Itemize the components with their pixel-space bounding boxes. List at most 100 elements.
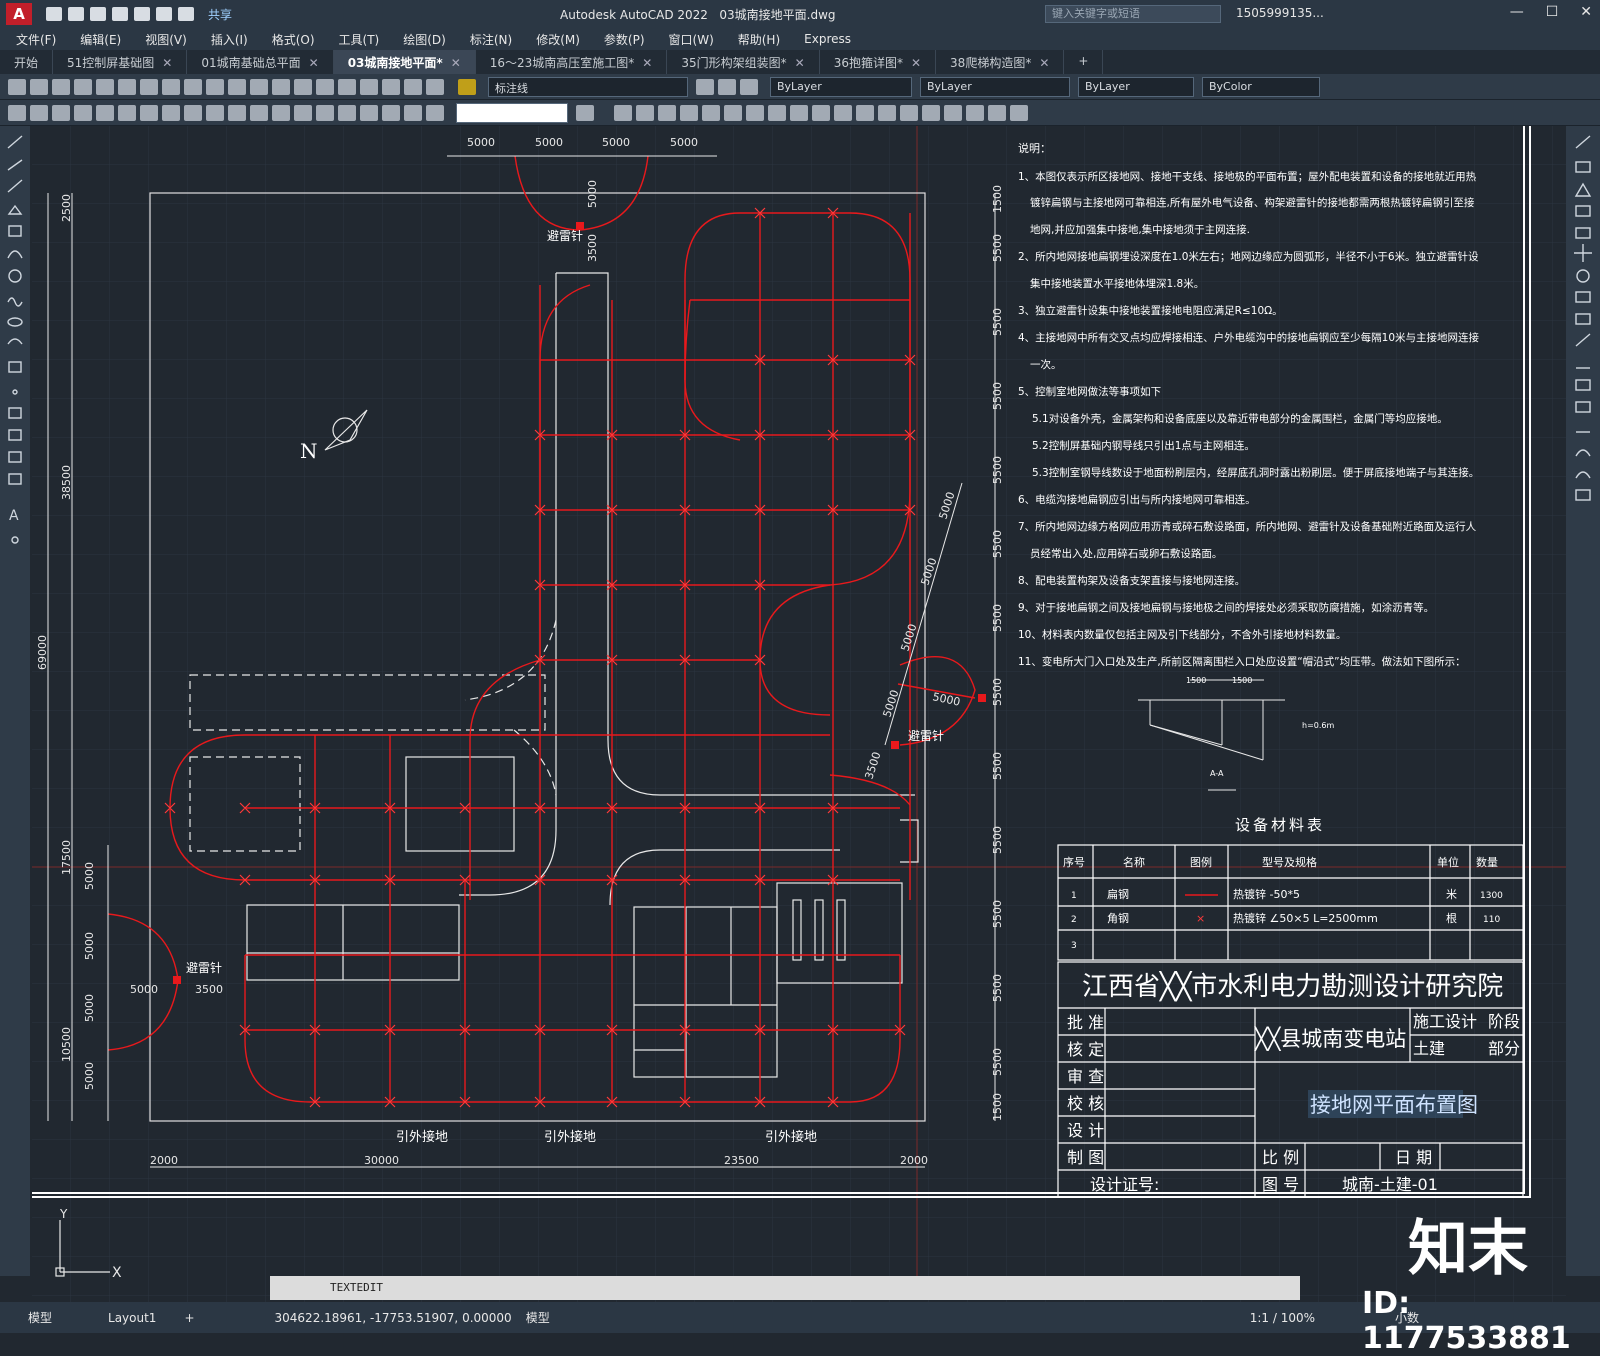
zoom-previous-icon[interactable] (316, 78, 334, 95)
open-icon[interactable] (68, 7, 84, 21)
palettes-icon[interactable] (382, 78, 400, 95)
new-icon[interactable] (46, 7, 62, 21)
plotstyle-dropdown[interactable]: ByColor (1202, 76, 1320, 97)
new-tab-button[interactable]: + (1064, 50, 1104, 74)
menu-help[interactable]: 帮助(H) (738, 31, 780, 48)
share-button[interactable]: 共享 (208, 6, 232, 23)
layer-states-icon[interactable] (718, 78, 736, 95)
redo-icon[interactable] (178, 7, 194, 21)
menu-edit[interactable]: 编辑(E) (80, 31, 121, 48)
new-icon[interactable] (8, 78, 26, 95)
help-icon[interactable] (426, 78, 444, 95)
properties-icon[interactable] (338, 78, 356, 95)
linetype-dropdown[interactable]: ByLayer (920, 76, 1070, 97)
close-icon[interactable]: ✕ (162, 56, 172, 70)
modify-icon[interactable] (966, 104, 984, 121)
zoom-window-icon[interactable] (294, 78, 312, 95)
menu-draw[interactable]: 绘图(D) (403, 31, 446, 48)
close-icon[interactable]: ✕ (1039, 56, 1049, 70)
tab-file[interactable]: 36抱箍详图* ✕ (820, 50, 937, 74)
drawing-title[interactable]: 接地网平面布置图 (1310, 1093, 1478, 1117)
modify-icon[interactable] (922, 104, 940, 121)
match-icon[interactable] (184, 78, 202, 95)
design-center-icon[interactable] (360, 78, 378, 95)
menu-tools[interactable]: 工具(T) (339, 31, 380, 48)
modify-icon[interactable] (614, 104, 632, 121)
layer-previous-icon[interactable] (740, 78, 758, 95)
modify-icon[interactable] (878, 104, 896, 121)
dim-arc-icon[interactable] (52, 104, 70, 121)
pan-icon[interactable] (250, 78, 268, 95)
menu-modify[interactable]: 修改(M) (536, 31, 580, 48)
dimstyle-icon[interactable] (576, 104, 594, 121)
menu-format[interactable]: 格式(O) (272, 31, 315, 48)
calc-icon[interactable] (404, 78, 422, 95)
modify-icon[interactable] (790, 104, 808, 121)
modify-icon[interactable] (812, 104, 830, 121)
modify-icon[interactable] (658, 104, 676, 121)
annotation-scale[interactable]: 1:1 / 100% (1250, 1311, 1315, 1325)
tab-file[interactable]: 38爬梯构造图* ✕ (936, 50, 1065, 74)
close-icon[interactable]: ✕ (795, 56, 805, 70)
model-space-toggle[interactable]: 模型 (526, 1309, 550, 1326)
dim-update-icon[interactable] (426, 104, 444, 121)
undo-icon[interactable] (206, 78, 224, 95)
modify-icon[interactable] (680, 104, 698, 121)
dimstyle-dropdown[interactable] (456, 102, 568, 123)
redo-icon[interactable] (228, 78, 246, 95)
menu-insert[interactable]: 插入(I) (211, 31, 248, 48)
save-icon[interactable] (52, 78, 70, 95)
minimize-icon[interactable]: — (1510, 4, 1524, 20)
menu-express[interactable]: Express (804, 32, 851, 46)
save-icon[interactable] (90, 7, 106, 21)
dim-break-icon[interactable] (272, 104, 290, 121)
dim-ordinate-icon[interactable] (74, 104, 92, 121)
user-account[interactable]: 1505999135... (1236, 6, 1324, 20)
dim-angular-icon[interactable] (162, 104, 180, 121)
add-layout-button[interactable]: + (184, 1311, 194, 1325)
maximize-icon[interactable]: ☐ (1546, 4, 1559, 20)
draw-tools-icons[interactable]: A (0, 126, 30, 556)
command-line[interactable]: TEXTEDIT (270, 1276, 1300, 1300)
dim-radius-icon[interactable] (96, 104, 114, 121)
dim-jogged-icon[interactable] (118, 104, 136, 121)
close-icon[interactable]: ✕ (309, 56, 319, 70)
jog-line-icon[interactable] (360, 104, 378, 121)
dim-diameter-icon[interactable] (140, 104, 158, 121)
tab-file[interactable]: 51控制屏基础图 ✕ (53, 50, 188, 74)
tab-layout1[interactable]: Layout1 (108, 1311, 156, 1325)
menu-file[interactable]: 文件(F) (16, 31, 56, 48)
close-icon[interactable]: ✕ (1580, 4, 1592, 20)
tab-file[interactable]: 16～23城南高压室施工图* ✕ (476, 50, 668, 74)
layer-icon[interactable] (696, 78, 714, 95)
modify-icon[interactable] (1010, 104, 1028, 121)
dim-continue-icon[interactable] (228, 104, 246, 121)
save-as-icon[interactable] (112, 7, 128, 21)
modify-icon[interactable] (856, 104, 874, 121)
tab-file-active[interactable]: 03城南接地平面* ✕ (333, 50, 476, 74)
layer-dropdown[interactable]: 标注线 (488, 76, 688, 97)
menu-parametric[interactable]: 参数(P) (604, 31, 645, 48)
modify-icon[interactable] (768, 104, 786, 121)
preview-icon[interactable] (96, 78, 114, 95)
modify-tools-icons[interactable] (1566, 126, 1600, 526)
tab-file[interactable]: 01城南基础总平面 ✕ (187, 50, 334, 74)
zoom-icon[interactable] (272, 78, 290, 95)
qdim-icon[interactable] (184, 104, 202, 121)
dim-baseline-icon[interactable] (206, 104, 224, 121)
drawing-canvas[interactable]: 5000 5000 5000 5000 2000 30000 23500 200… (32, 126, 1566, 1302)
dim-edit-icon[interactable] (382, 104, 400, 121)
menu-dimension[interactable]: 标注(N) (470, 31, 512, 48)
paste-icon[interactable] (162, 78, 180, 95)
inspect-icon[interactable] (338, 104, 356, 121)
search-input[interactable]: 键入关键字或短语 (1045, 5, 1221, 23)
modify-icon[interactable] (900, 104, 918, 121)
cut-icon[interactable] (118, 78, 136, 95)
plot-icon[interactable] (74, 78, 92, 95)
menu-window[interactable]: 窗口(W) (669, 31, 714, 48)
lineweight-dropdown[interactable]: ByLayer (1078, 76, 1194, 97)
drawing-svg[interactable]: 5000 5000 5000 5000 2000 30000 23500 200… (32, 126, 1566, 1302)
tab-file[interactable]: 35门形构架组装图* ✕ (667, 50, 820, 74)
dim-text-edit-icon[interactable] (404, 104, 422, 121)
modify-icon[interactable] (636, 104, 654, 121)
